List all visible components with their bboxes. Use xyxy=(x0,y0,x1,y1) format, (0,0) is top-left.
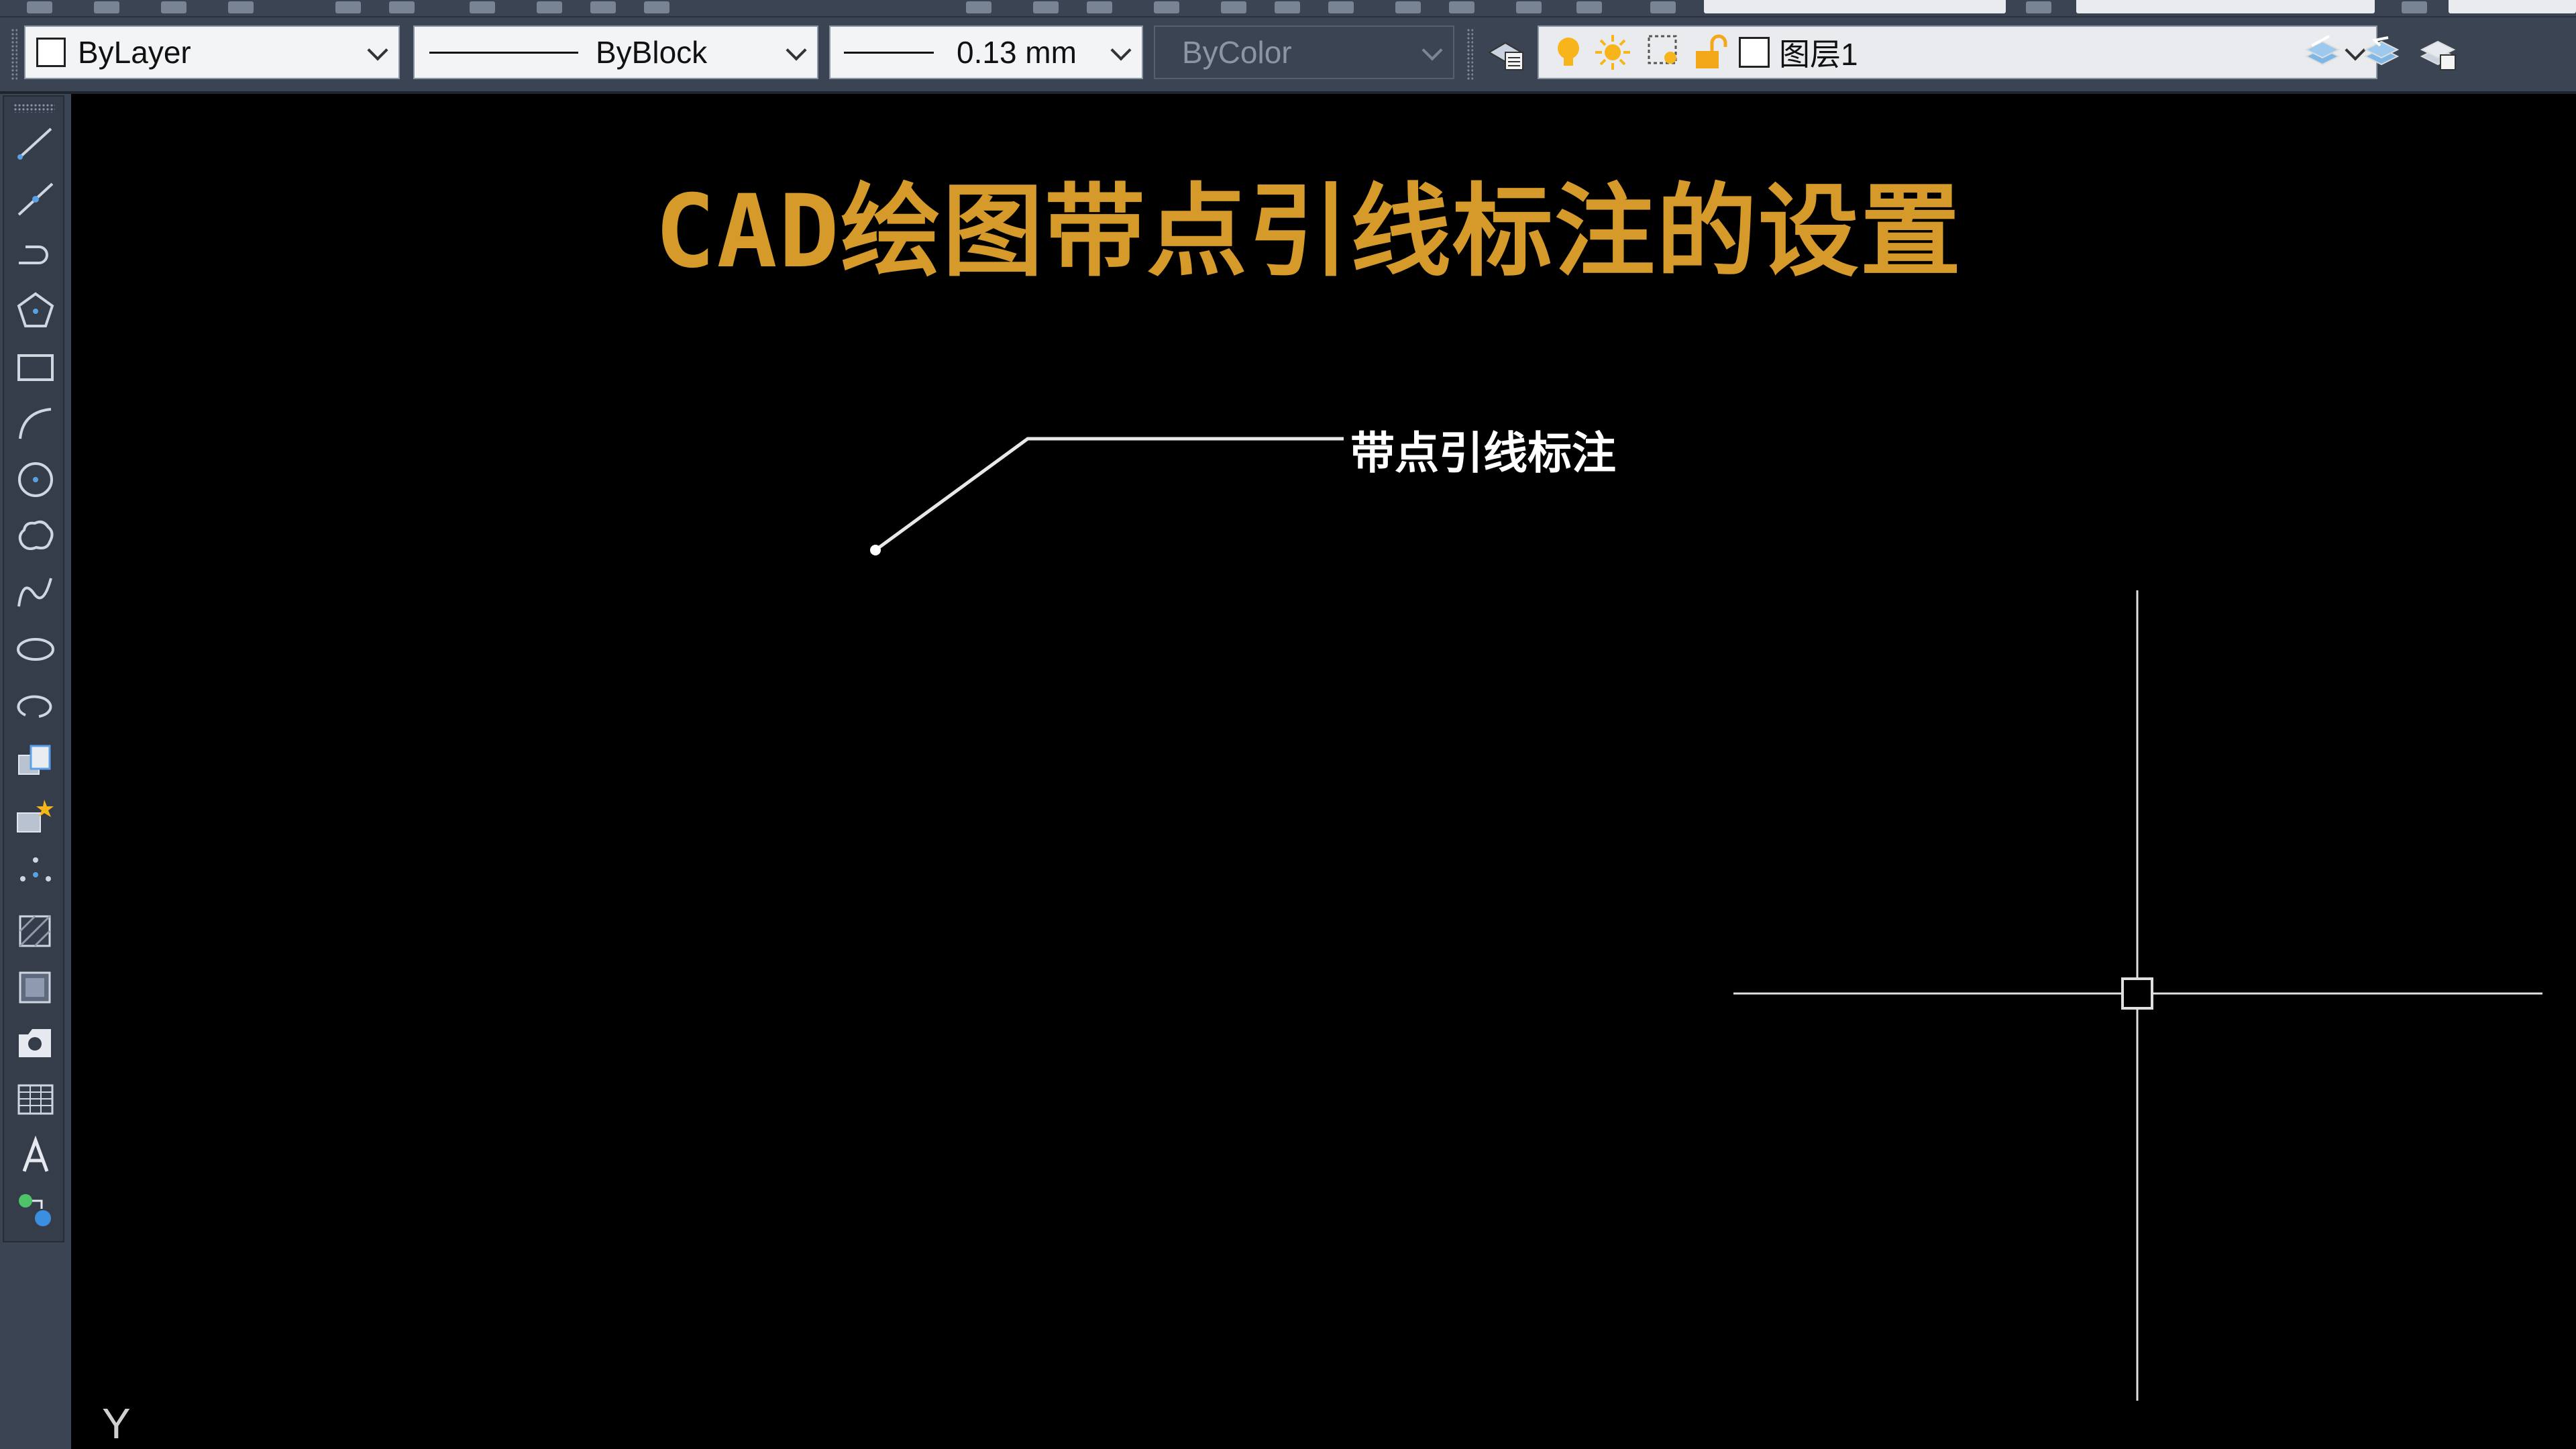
arc-icon[interactable] xyxy=(12,400,59,447)
revision-cloud-icon[interactable] xyxy=(12,513,59,559)
layer-dropdown-value: 图层1 xyxy=(1779,37,1858,72)
design-center-icon[interactable] xyxy=(1275,1,1300,13)
linetype-dropdown-value: ByBlock xyxy=(596,35,708,70)
layer-color-swatch xyxy=(1739,37,1770,68)
chevron-down-icon xyxy=(786,40,807,61)
match-properties-icon[interactable] xyxy=(644,1,669,13)
sheet-set-icon[interactable] xyxy=(1395,1,1421,13)
layer-dropdown[interactable]: 图层1 xyxy=(1538,25,2377,79)
dot-leader[interactable] xyxy=(870,437,1344,555)
toolbar-grip[interactable] xyxy=(11,28,17,80)
draw-toolbar xyxy=(0,94,71,1449)
tool-palettes-icon[interactable] xyxy=(1328,1,1354,13)
linetype-dropdown[interactable]: ByBlock xyxy=(413,25,818,79)
point-icon[interactable] xyxy=(12,851,59,898)
drawing-geometry xyxy=(870,437,2542,1401)
make-block-icon[interactable] xyxy=(12,794,59,841)
spline-icon[interactable] xyxy=(12,569,59,616)
polygon-icon[interactable] xyxy=(12,287,59,334)
lightbulb-on-icon[interactable] xyxy=(1548,32,1589,72)
construction-line-icon[interactable] xyxy=(12,176,59,223)
rectangle-icon[interactable] xyxy=(12,343,59,390)
layer-states-icon[interactable] xyxy=(2418,32,2459,74)
linetype-sample xyxy=(429,51,578,54)
polyline-icon[interactable] xyxy=(12,231,59,278)
ucs-y-axis-label: Y xyxy=(102,1399,131,1448)
color-swatch xyxy=(36,38,66,67)
drawing-canvas[interactable]: CAD绘图带点引线标注的设置 带点引线标注 Y xyxy=(72,94,2576,1449)
properties-icon[interactable] xyxy=(1221,1,1246,13)
region-icon[interactable] xyxy=(12,963,59,1010)
cad-application-window: ByLayer ByBlock 0.13 mm ByColor 图层1 CAD绘… xyxy=(0,0,2576,1449)
pan-icon[interactable] xyxy=(966,1,991,13)
color-dropdown[interactable]: ByLayer xyxy=(24,25,400,79)
crosshair-cursor xyxy=(1733,590,2542,1401)
cut-icon[interactable] xyxy=(470,1,495,13)
ellipse-icon[interactable] xyxy=(12,625,59,672)
text-style-field[interactable] xyxy=(1704,0,2006,13)
paste-icon[interactable] xyxy=(590,1,616,13)
toolbar-grip[interactable] xyxy=(1466,28,1473,80)
ellipse-arc-icon[interactable] xyxy=(12,682,59,729)
gradient-icon[interactable] xyxy=(12,1020,59,1067)
standard-toolbar-strip xyxy=(0,0,2576,17)
sun-thaw-icon[interactable] xyxy=(1593,32,1633,72)
color-dropdown-value: ByLayer xyxy=(78,35,191,70)
multileader-style-field[interactable] xyxy=(2449,0,2576,13)
insert-block-icon[interactable] xyxy=(12,738,59,785)
text-style-icon[interactable] xyxy=(1650,1,1676,13)
make-object-layer-current-icon[interactable] xyxy=(2302,32,2344,74)
chevron-down-icon xyxy=(1110,40,1132,61)
multileader-style-icon[interactable] xyxy=(2402,1,2427,13)
lineweight-dropdown[interactable]: 0.13 mm xyxy=(829,25,1143,79)
zoom-window-icon[interactable] xyxy=(1087,1,1112,13)
lineweight-dropdown-value: 0.13 mm xyxy=(957,35,1077,70)
circle-icon[interactable] xyxy=(12,456,59,503)
copy-icon[interactable] xyxy=(537,1,562,13)
lineweight-sample xyxy=(844,51,934,54)
markup-icon[interactable] xyxy=(1449,1,1474,13)
redo-icon[interactable] xyxy=(389,1,415,13)
unlock-icon[interactable] xyxy=(1689,32,1729,72)
calculator-icon[interactable] xyxy=(1516,1,1542,13)
chevron-down-icon xyxy=(1421,40,1443,61)
table-icon[interactable] xyxy=(12,1076,59,1123)
plot-style-dropdown-value: ByColor xyxy=(1182,35,1292,70)
dimension-style-field[interactable] xyxy=(2076,0,2375,13)
properties-toolbar: ByLayer ByBlock 0.13 mm ByColor 图层1 xyxy=(0,17,2576,94)
plot-style-dropdown: ByColor xyxy=(1154,25,1454,79)
draw-toolbar-panel xyxy=(3,95,64,1242)
line-icon[interactable] xyxy=(12,119,59,166)
undo-icon[interactable] xyxy=(335,1,361,13)
toolbar-grip[interactable] xyxy=(13,103,55,113)
help-icon[interactable] xyxy=(1576,1,1602,13)
layer-properties-icon[interactable] xyxy=(1485,32,1527,74)
save-icon[interactable] xyxy=(161,1,186,13)
open-icon[interactable] xyxy=(94,1,119,13)
zoom-previous-icon[interactable] xyxy=(1154,1,1179,13)
zoom-realtime-icon[interactable] xyxy=(1033,1,1059,13)
viewport-freeze-icon[interactable] xyxy=(1645,32,1685,72)
hatch-icon[interactable] xyxy=(12,907,59,954)
leader-annotation-text[interactable]: 带点引线标注 xyxy=(1350,417,1616,482)
chevron-down-icon xyxy=(367,40,388,61)
new-icon[interactable] xyxy=(27,1,52,13)
dimension-style-icon[interactable] xyxy=(2026,1,2051,13)
add-selected-icon[interactable] xyxy=(12,1186,59,1233)
layer-previous-icon[interactable] xyxy=(2361,32,2403,74)
multiline-text-icon[interactable] xyxy=(12,1132,59,1179)
print-icon[interactable] xyxy=(228,1,254,13)
